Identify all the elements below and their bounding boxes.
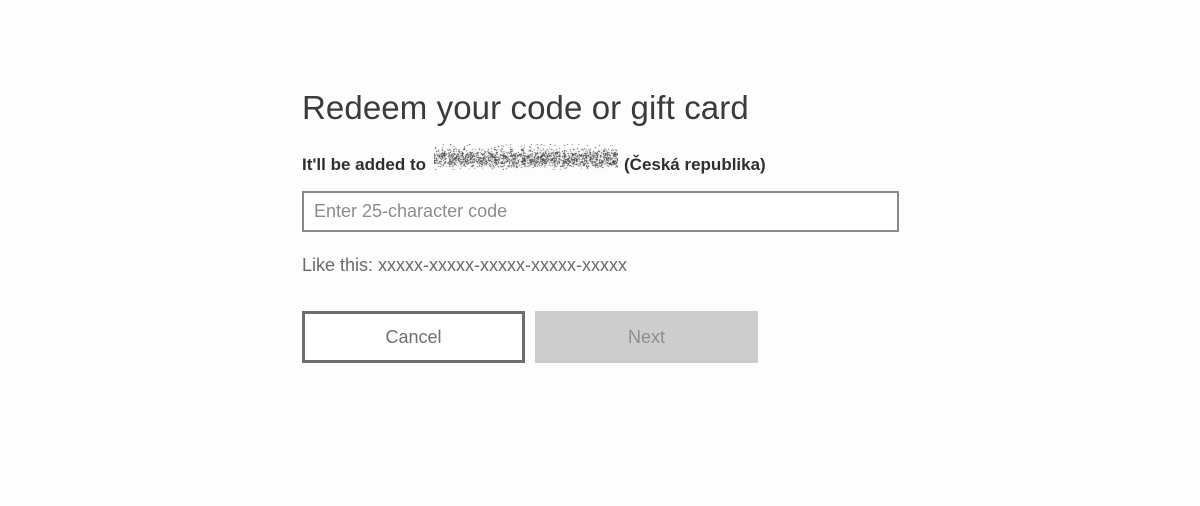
subtitle-prefix: It'll be added to bbox=[302, 155, 426, 174]
button-row: Cancel Next bbox=[302, 311, 922, 363]
redeem-dialog: Redeem your code or gift card It'll be a… bbox=[302, 86, 922, 363]
account-subtitle: It'll be added to (Česká republika) bbox=[302, 144, 922, 177]
next-button[interactable]: Next bbox=[535, 311, 758, 363]
page-title: Redeem your code or gift card bbox=[302, 89, 749, 126]
code-input[interactable] bbox=[302, 191, 899, 232]
redacted-account-name bbox=[434, 144, 618, 170]
code-format-hint: Like this: xxxxx-xxxxx-xxxxx-xxxxx-xxxxx bbox=[302, 255, 628, 275]
cancel-button[interactable]: Cancel bbox=[302, 311, 525, 363]
region-label: (Česká republika) bbox=[624, 155, 766, 174]
